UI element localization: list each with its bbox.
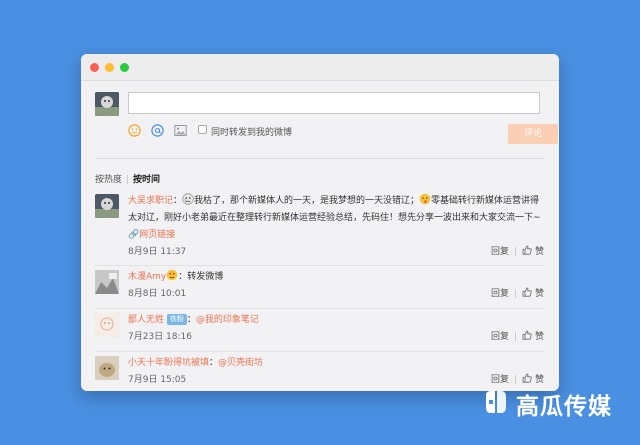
like-button[interactable]: 赞 bbox=[522, 373, 544, 385]
sync-repost-label: 同时转发到我的微博 bbox=[211, 128, 293, 138]
colon: ： bbox=[173, 196, 183, 206]
comment-item: 木漫Amy ：转发微博 8月8日 10:01 回复 赞 bbox=[95, 266, 544, 309]
fan-badge: 铁粉 bbox=[166, 314, 187, 325]
like-label: 赞 bbox=[534, 375, 544, 385]
comment-actions: 回复 赞 bbox=[491, 244, 544, 261]
action-separator bbox=[514, 289, 516, 298]
colon: ： bbox=[186, 315, 196, 325]
comment-timestamp: 8月9日 11:37 bbox=[128, 247, 187, 257]
commenter-name[interactable]: 木漫Amy bbox=[128, 272, 166, 282]
divider bbox=[95, 158, 544, 159]
commenter-avatar[interactable] bbox=[95, 313, 119, 337]
crying-emoji-icon bbox=[182, 193, 194, 205]
link-icon: 🔗 bbox=[128, 230, 140, 240]
close-window-button[interactable] bbox=[90, 63, 99, 72]
watermark-text: 高瓜传媒 bbox=[516, 394, 612, 420]
like-button[interactable]: 赞 bbox=[522, 330, 544, 342]
comment-item: 大吴求职记： 我枯了，那个新媒体人的一天，是我梦想的一天没错辽； 零基础转行新媒体运… bbox=[95, 190, 544, 266]
comment-meta: 7月23日 18:16 回复 赞 bbox=[128, 329, 544, 346]
comment-text: 大吴求职记： 我枯了，那个新媒体人的一天，是我梦想的一天没错辽； 零基础转行新媒体运… bbox=[128, 190, 544, 244]
image-icon[interactable] bbox=[174, 124, 187, 137]
commenter-avatar[interactable] bbox=[95, 356, 119, 380]
sort-by-hot-tab[interactable]: 按热度 bbox=[95, 175, 122, 185]
comment-actions: 回复 赞 bbox=[491, 329, 544, 346]
comment-text: 小天十年盼得坑被填：@贝壳街坊 bbox=[128, 352, 544, 372]
thinking-emoji-icon bbox=[419, 193, 431, 205]
mention-link[interactable]: @我的印象笔记 bbox=[196, 315, 259, 325]
thumbs-up-icon bbox=[522, 373, 532, 383]
emoji-icon[interactable] bbox=[128, 124, 141, 137]
thumbs-up-icon bbox=[522, 245, 532, 255]
comment-text: 木漫Amy ：转发微博 bbox=[128, 266, 544, 286]
like-label: 赞 bbox=[534, 332, 544, 342]
comment-actions: 回复 赞 bbox=[491, 286, 544, 303]
sort-separator bbox=[127, 175, 129, 184]
thumbs-up-icon bbox=[522, 287, 532, 297]
commenter-name[interactable]: 小天十年盼得坑被填 bbox=[128, 358, 209, 368]
maximize-window-button[interactable] bbox=[120, 63, 129, 72]
comment-list: 大吴求职记： 我枯了，那个新媒体人的一天，是我梦想的一天没错辽； 零基础转行新媒体运… bbox=[95, 190, 544, 391]
heart-eyes-emoji-icon bbox=[166, 269, 178, 281]
colon: ： bbox=[209, 358, 219, 368]
sort-by-time-tab[interactable]: 按时间 bbox=[133, 175, 160, 185]
action-separator bbox=[514, 375, 516, 384]
sync-repost-checkbox[interactable] bbox=[198, 125, 207, 134]
comment-meta: 7月9日 15:05 回复 赞 bbox=[128, 372, 544, 389]
comment-item: 鄙人无姓 铁粉 ：@我的印象笔记 7月23日 18:16 回复 赞 bbox=[95, 309, 544, 352]
web-link-label: 网页链接 bbox=[139, 230, 176, 240]
like-label: 赞 bbox=[534, 247, 544, 257]
comment-content: ：转发微博 bbox=[178, 272, 224, 282]
thumbs-up-icon bbox=[522, 330, 532, 340]
sort-tabs: 按热度 按时间 bbox=[95, 172, 160, 185]
reply-button[interactable]: 回复 bbox=[491, 247, 509, 257]
reply-button[interactable]: 回复 bbox=[491, 289, 509, 299]
comment-meta: 8月8日 10:01 回复 赞 bbox=[128, 286, 544, 303]
mention-link[interactable]: @贝壳街坊 bbox=[218, 358, 263, 368]
comment-content: 我枯了，那个新媒体人的一天，是我梦想的一天没错辽； bbox=[194, 196, 420, 206]
reply-button[interactable]: 回复 bbox=[491, 375, 509, 385]
submit-comment-button[interactable]: 评论 bbox=[508, 124, 558, 144]
minimize-window-button[interactable] bbox=[105, 63, 114, 72]
current-user-avatar bbox=[95, 92, 119, 116]
action-separator bbox=[514, 247, 516, 256]
comment-meta: 8月9日 11:37 回复 赞 bbox=[128, 244, 544, 261]
commenter-name[interactable]: 大吴求职记 bbox=[128, 196, 173, 206]
like-label: 赞 bbox=[534, 289, 544, 299]
comment-composer: 同时转发到我的微博 评论 bbox=[95, 92, 558, 150]
brand-logo-icon bbox=[482, 389, 508, 415]
title-bar bbox=[81, 54, 559, 81]
app-window: 同时转发到我的微博 评论 按热度 按时间 大吴求职记： 我枯了，那个新媒体人的一天，… bbox=[81, 54, 559, 391]
comment-text: 鄙人无姓 铁粉 ：@我的印象笔记 bbox=[128, 309, 544, 329]
comment-timestamp: 8月8日 10:01 bbox=[128, 289, 187, 299]
commenter-avatar[interactable] bbox=[95, 270, 119, 294]
comment-item: 小天十年盼得坑被填：@贝壳街坊 7月9日 15:05 回复 赞 bbox=[95, 352, 544, 391]
comment-timestamp: 7月9日 15:05 bbox=[128, 375, 187, 385]
reply-button[interactable]: 回复 bbox=[491, 332, 509, 342]
action-separator bbox=[514, 332, 516, 341]
at-icon[interactable] bbox=[151, 124, 164, 137]
like-button[interactable]: 赞 bbox=[522, 245, 544, 257]
like-button[interactable]: 赞 bbox=[522, 287, 544, 299]
web-link[interactable]: 🔗网页链接 bbox=[128, 230, 175, 240]
comment-input[interactable] bbox=[128, 92, 540, 114]
commenter-name[interactable]: 鄙人无姓 bbox=[128, 315, 164, 325]
comment-timestamp: 7月23日 18:16 bbox=[128, 332, 192, 342]
commenter-avatar[interactable] bbox=[95, 194, 119, 218]
